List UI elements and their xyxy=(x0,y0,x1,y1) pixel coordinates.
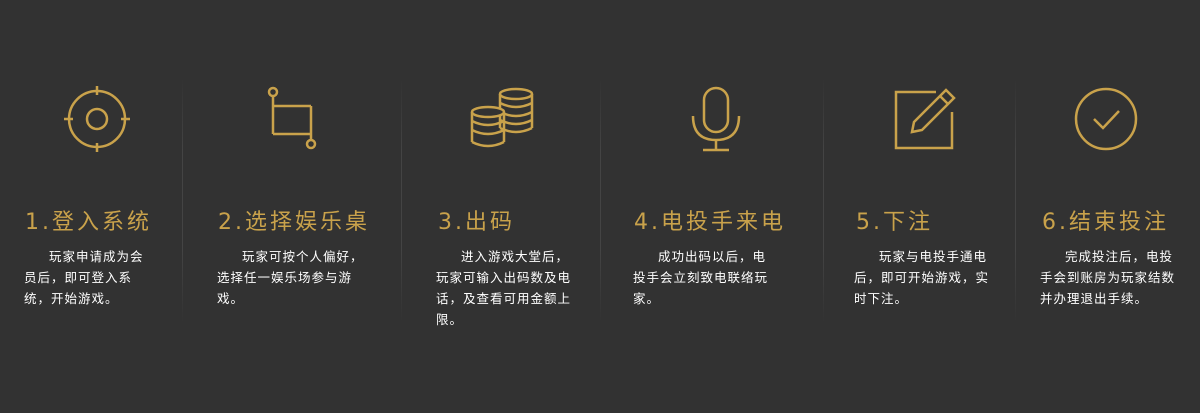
step-description: 玩家与电投手通电后，即可开始游戏，实时下注。 xyxy=(854,249,990,306)
step-title: 2.选择娱乐桌 xyxy=(218,210,370,235)
step-4: 4.电投手来电 成功出码以后，电投手会立刻致电联络玩家。 xyxy=(601,0,823,413)
step-6: 6.结束投注 完成投注后，电投手会到账房为玩家结数并办理退出手续。 xyxy=(1016,0,1200,413)
step-title: 1.登入系统 xyxy=(25,210,152,235)
step-title: 6.结束投注 xyxy=(1042,210,1169,235)
step-description: 玩家可按个人偏好，选择任一娱乐场参与游戏。 xyxy=(217,249,364,306)
step-title: 5.下注 xyxy=(856,210,933,235)
step-description: 完成投注后，电投手会到账房为玩家结数并办理退出手续。 xyxy=(1040,249,1176,306)
step-description: 进入游戏大堂后，玩家可输入出码数及电话，及查看可用金额上限。 xyxy=(436,249,572,327)
step-title: 3.出码 xyxy=(438,210,515,235)
step-1: 1.登入系统 玩家申请成为会员后，即可登入系统，开始游戏。 xyxy=(0,0,182,413)
crop-icon xyxy=(263,86,329,152)
check-circle-icon xyxy=(1073,86,1139,152)
target-icon xyxy=(64,86,130,152)
step-description: 成功出码以后，电投手会立刻致电联络玩家。 xyxy=(633,249,769,306)
step-2: 2.选择娱乐桌 玩家可按个人偏好，选择任一娱乐场参与游戏。 xyxy=(183,0,401,413)
coins-icon xyxy=(470,86,536,152)
step-3: 3.出码 进入游戏大堂后，玩家可输入出码数及电话，及查看可用金额上限。 xyxy=(402,0,600,413)
edit-icon xyxy=(892,86,958,152)
step-5: 5.下注 玩家与电投手通电后，即可开始游戏，实时下注。 xyxy=(824,0,1015,413)
step-title: 4.电投手来电 xyxy=(634,210,786,235)
process-steps: 1.登入系统 玩家申请成为会员后，即可登入系统，开始游戏。 2.选择娱乐桌 玩家… xyxy=(0,0,1200,413)
microphone-icon xyxy=(683,86,749,152)
step-description: 玩家申请成为会员后，即可登入系统，开始游戏。 xyxy=(24,249,144,306)
